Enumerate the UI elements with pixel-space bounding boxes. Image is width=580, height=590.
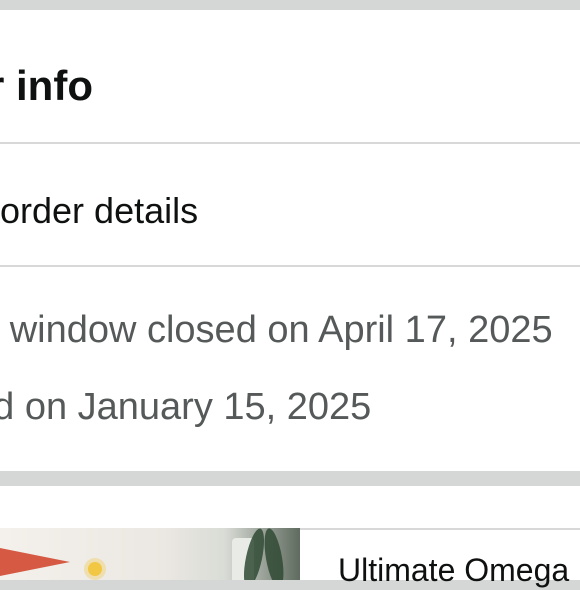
order-info-heading: r info xyxy=(0,62,93,109)
product-card[interactable]: Ultimate Omega xyxy=(0,486,580,588)
divider xyxy=(0,265,580,267)
divider xyxy=(0,142,580,144)
product-title-link[interactable]: Ultimate Omega xyxy=(338,550,569,590)
pennant-graphic xyxy=(0,548,70,576)
sun-icon xyxy=(88,562,102,576)
product-image[interactable] xyxy=(0,528,300,580)
leaf-graphic xyxy=(260,528,288,580)
view-order-details-link[interactable]: v order details xyxy=(0,188,198,234)
delivered-status: ed on January 15, 2025 xyxy=(0,386,372,428)
return-window-status: n window closed on April 17, 2025 xyxy=(0,309,553,351)
top-gap xyxy=(0,0,580,10)
